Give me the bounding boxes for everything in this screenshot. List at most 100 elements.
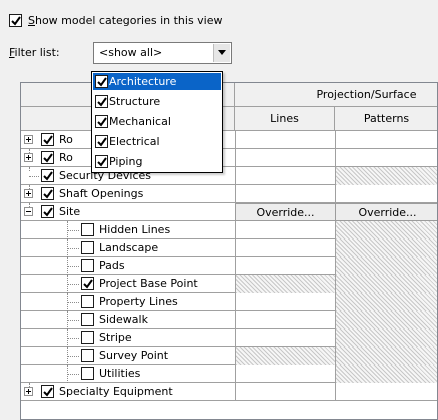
expand-plus-icon[interactable] [24, 387, 33, 396]
table-row[interactable]: Landscape [21, 239, 437, 257]
filter-option-checkbox[interactable] [95, 115, 108, 128]
tree-connector [67, 374, 79, 375]
category-label: Sidewalk [99, 313, 148, 326]
lines-cell[interactable] [235, 383, 335, 401]
category-label: Survey Point [99, 349, 169, 362]
filter-option-electrical[interactable]: Electrical [93, 133, 221, 150]
lines-cell[interactable] [235, 167, 335, 185]
category-checkbox[interactable] [81, 277, 94, 290]
table-row[interactable]: Utilities [21, 365, 437, 383]
filter-option-checkbox[interactable] [95, 135, 108, 148]
checkbox-check-icon [43, 135, 53, 145]
lines-cell[interactable] [235, 149, 335, 167]
header-patterns: Patterns [335, 107, 437, 131]
tree-connector [67, 248, 79, 249]
table-row[interactable]: Sidewalk [21, 311, 437, 329]
category-checkbox[interactable] [41, 151, 54, 164]
lines-cell[interactable] [235, 329, 335, 347]
table-row[interactable]: Shaft Openings [21, 185, 437, 203]
filter-option-checkbox[interactable] [95, 75, 108, 88]
category-checkbox[interactable] [81, 367, 94, 380]
tree-connector [67, 302, 79, 303]
checkbox-check-icon [83, 279, 93, 289]
filter-option-checkbox[interactable] [95, 95, 108, 108]
lines-cell [235, 275, 335, 293]
category-checkbox[interactable] [41, 169, 54, 182]
category-checkbox[interactable] [81, 241, 94, 254]
lines-cell[interactable] [235, 257, 335, 275]
lines-cell[interactable] [235, 239, 335, 257]
category-checkbox[interactable] [81, 295, 94, 308]
expand-plus-icon[interactable] [24, 153, 33, 162]
patterns-cell[interactable] [335, 185, 437, 203]
override-lines-button[interactable]: Override... [235, 203, 336, 221]
checkbox-check-icon [97, 157, 107, 167]
table-row[interactable]: Project Base Point [21, 275, 437, 293]
expand-plus-icon[interactable] [24, 189, 33, 198]
lines-cell[interactable] [235, 311, 335, 329]
checkbox-check-icon [11, 16, 21, 26]
patterns-cell [335, 257, 437, 275]
table-row[interactable]: Ro [21, 131, 437, 149]
tree-connector [29, 203, 30, 207]
category-label: Project Base Point [99, 277, 198, 290]
category-label: Hidden Lines [99, 223, 171, 236]
header-lines: Lines [235, 107, 335, 131]
filter-option-piping[interactable]: Piping [93, 153, 221, 170]
tree-connector [67, 266, 79, 267]
checkbox-check-icon [43, 207, 53, 217]
table-row[interactable]: Survey Point [21, 347, 437, 365]
table-row[interactable]: Specialty Equipment [21, 383, 437, 401]
filter-list-value: <show all> [99, 46, 163, 59]
patterns-cell[interactable] [335, 131, 437, 149]
lines-cell[interactable] [235, 221, 335, 239]
patterns-cell [335, 329, 437, 347]
filter-dropdown-button[interactable] [213, 44, 230, 62]
lines-cell[interactable] [235, 365, 335, 383]
filter-list-select[interactable]: <show all> [93, 42, 232, 64]
tree-connector [67, 320, 79, 321]
lines-cell[interactable] [235, 185, 335, 203]
lines-cell[interactable] [235, 293, 335, 311]
table-row[interactable]: Security Devices [21, 167, 437, 185]
category-checkbox[interactable] [41, 205, 54, 218]
table-row[interactable]: Pads [21, 257, 437, 275]
category-checkbox[interactable] [81, 313, 94, 326]
filter-option-mechanical[interactable]: Mechanical [93, 113, 221, 130]
filter-option-architecture[interactable]: Architecture [93, 73, 221, 90]
tree-connector [67, 338, 79, 339]
table-row[interactable]: Site Override... Override... [21, 203, 437, 221]
filter-option-checkbox[interactable] [95, 155, 108, 168]
patterns-cell [335, 293, 437, 311]
collapse-minus-icon[interactable] [24, 207, 33, 216]
patterns-cell [335, 239, 437, 257]
category-label: Site [59, 205, 81, 218]
checkbox-check-icon [97, 97, 107, 107]
filter-option-structure[interactable]: Structure [93, 93, 221, 110]
category-checkbox[interactable] [81, 223, 94, 236]
table-row[interactable]: Property Lines [21, 293, 437, 311]
lines-cell[interactable] [235, 131, 335, 149]
category-checkbox[interactable] [41, 385, 54, 398]
filter-list-label: Filter list: [9, 46, 60, 59]
show-model-categories-checkbox[interactable] [9, 14, 22, 27]
patterns-cell [335, 221, 437, 239]
checkbox-check-icon [97, 117, 107, 127]
checkbox-check-icon [43, 171, 53, 181]
category-checkbox[interactable] [81, 331, 94, 344]
patterns-cell[interactable] [335, 149, 437, 167]
category-checkbox[interactable] [41, 133, 54, 146]
table-row[interactable]: Hidden Lines [21, 221, 437, 239]
tree-connector [67, 356, 79, 357]
patterns-cell[interactable] [335, 383, 437, 401]
expand-plus-icon[interactable] [24, 135, 33, 144]
patterns-cell [335, 275, 437, 293]
category-checkbox[interactable] [41, 187, 54, 200]
filter-options-popup: Architecture Structure Mechanical Electrica… [91, 71, 223, 173]
table-row[interactable]: Stripe [21, 329, 437, 347]
category-checkbox[interactable] [81, 349, 94, 362]
table-row[interactable]: Ro [21, 149, 437, 167]
override-patterns-button[interactable]: Override... [335, 203, 437, 221]
category-checkbox[interactable] [81, 259, 94, 272]
tree-connector [29, 149, 30, 153]
